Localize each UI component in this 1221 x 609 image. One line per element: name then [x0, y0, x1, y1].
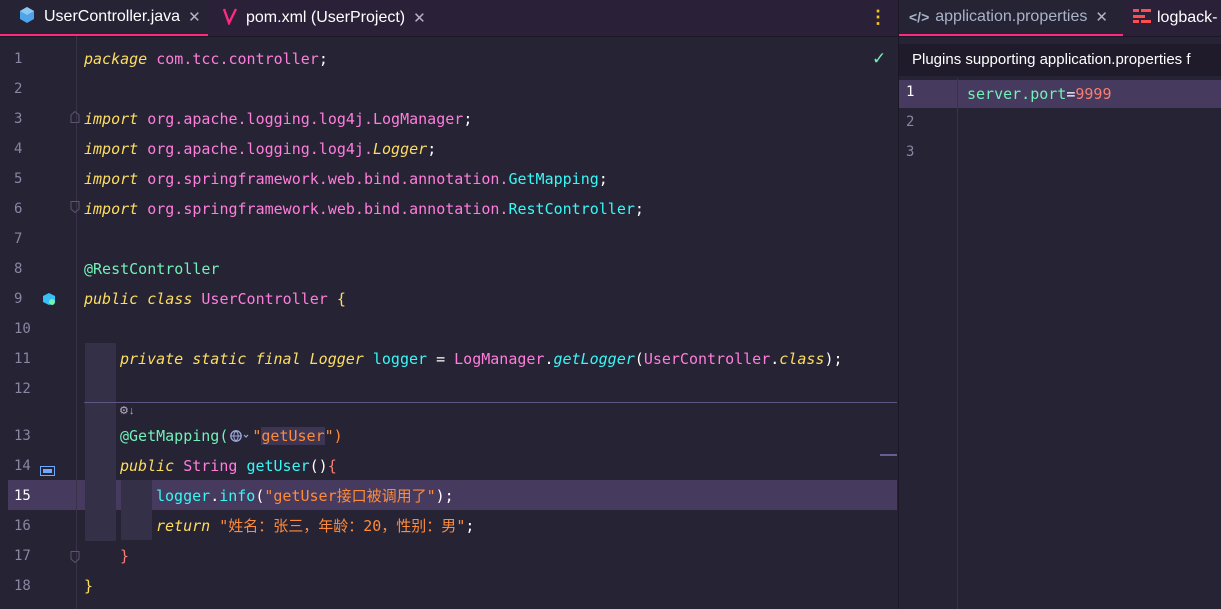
code-line-15: logger.info("getUser接口被调用了"); — [156, 487, 454, 505]
tab-label: pom.xml (UserProject) — [246, 9, 406, 26]
code-line-17: } — [120, 547, 130, 565]
line-number: 3 — [14, 111, 23, 127]
line-number-gutter: 1 2 3 — [899, 78, 958, 609]
tab-logback[interactable]: logback- — [1125, 0, 1221, 36]
close-icon[interactable]: ✕ — [188, 8, 201, 26]
line-number: 13 — [14, 428, 31, 444]
tab-label: UserController.java — [44, 8, 181, 25]
line-number: 3 — [906, 144, 915, 160]
code-line-13: @GetMapping("getUser") — [120, 421, 343, 451]
code-line-4: import org.apache.logging.log4j.Logger; — [84, 140, 437, 158]
properties-code-area[interactable]: server.port=9999 — [967, 80, 1112, 108]
line-number: 11 — [14, 351, 31, 367]
plugin-suggestion-banner[interactable]: Plugins supporting application.propertie… — [899, 44, 1221, 76]
close-icon[interactable]: ✕ — [413, 9, 426, 27]
tab-label: application.properties — [935, 8, 1088, 25]
more-options-icon[interactable]: ⋮ — [869, 7, 887, 28]
code-line-5: import org.springframework.web.bind.anno… — [84, 170, 608, 188]
line-number: 9 — [14, 291, 23, 307]
line-number: 2 — [14, 81, 23, 97]
close-icon[interactable]: ✕ — [1095, 8, 1108, 26]
spring-bean-icon[interactable] — [42, 291, 56, 310]
right-tab-bar: </> application.properties ✕ logback- — [899, 0, 1221, 37]
code-line-14: public String getUser(){ — [120, 457, 337, 475]
line-number: 2 — [906, 114, 915, 130]
tab-label: logback- — [1157, 9, 1218, 26]
globe-icon[interactable] — [230, 423, 250, 453]
fold-icon[interactable] — [70, 198, 80, 217]
left-tab-bar: UserController.java ✕ pom.xml (UserProje… — [0, 0, 897, 37]
line-number: 4 — [14, 141, 23, 157]
line-number-gutter: 1 2 3 4 5 6 7 8 9 10 11 12 13 14 15 16 1… — [0, 36, 80, 609]
property-key: server.port — [967, 85, 1067, 103]
tab-user-controller[interactable]: UserController.java ✕ — [0, 0, 208, 36]
code-line-9: public class UserController { — [84, 290, 346, 308]
tab-pom-xml[interactable]: pom.xml (UserProject) ✕ — [210, 0, 440, 36]
line-number: 18 — [14, 578, 31, 594]
properties-icon: </> — [909, 9, 930, 25]
left-editor-pane: UserController.java ✕ pom.xml (UserProje… — [0, 0, 897, 609]
line-number: 1 — [14, 51, 23, 67]
code-line-3: import org.apache.logging.log4j.LogManag… — [84, 110, 473, 128]
java-class-icon — [18, 6, 36, 29]
code-line-11: private static final Logger logger = Log… — [120, 350, 843, 368]
fold-icon[interactable] — [70, 108, 80, 127]
line-number: 8 — [14, 261, 23, 277]
line-number: 5 — [14, 171, 23, 187]
code-line-6: import org.springframework.web.bind.anno… — [84, 200, 644, 218]
maven-icon — [222, 7, 238, 30]
api-endpoint-icon[interactable] — [40, 461, 55, 480]
property-value: 9999 — [1075, 85, 1112, 103]
code-line-8: @RestController — [84, 260, 220, 278]
xml-config-icon — [1133, 8, 1151, 29]
line-number: 7 — [14, 231, 23, 247]
line-number: 10 — [14, 321, 31, 337]
code-area[interactable]: package com.tcc.controller; import org.a… — [84, 36, 897, 609]
inlay-hint-icon[interactable]: ⚙↓ — [119, 404, 134, 417]
right-editor-pane: </> application.properties ✕ logback- Pl… — [898, 0, 1221, 609]
code-line-16: return "姓名：张三，年龄：20，性别：男"; — [156, 517, 475, 535]
fold-icon[interactable] — [70, 548, 80, 567]
line-number: 17 — [14, 548, 31, 564]
line-number: 16 — [14, 518, 31, 534]
line-number: 1 — [906, 84, 915, 100]
line-number: 14 — [14, 458, 31, 474]
code-line-1: package com.tcc.controller; — [84, 50, 328, 68]
line-number: 15 — [14, 488, 31, 504]
line-number: 12 — [14, 381, 31, 397]
line-number: 6 — [14, 201, 23, 217]
tab-application-properties[interactable]: </> application.properties ✕ — [899, 0, 1123, 36]
code-line-18: } — [84, 577, 94, 595]
